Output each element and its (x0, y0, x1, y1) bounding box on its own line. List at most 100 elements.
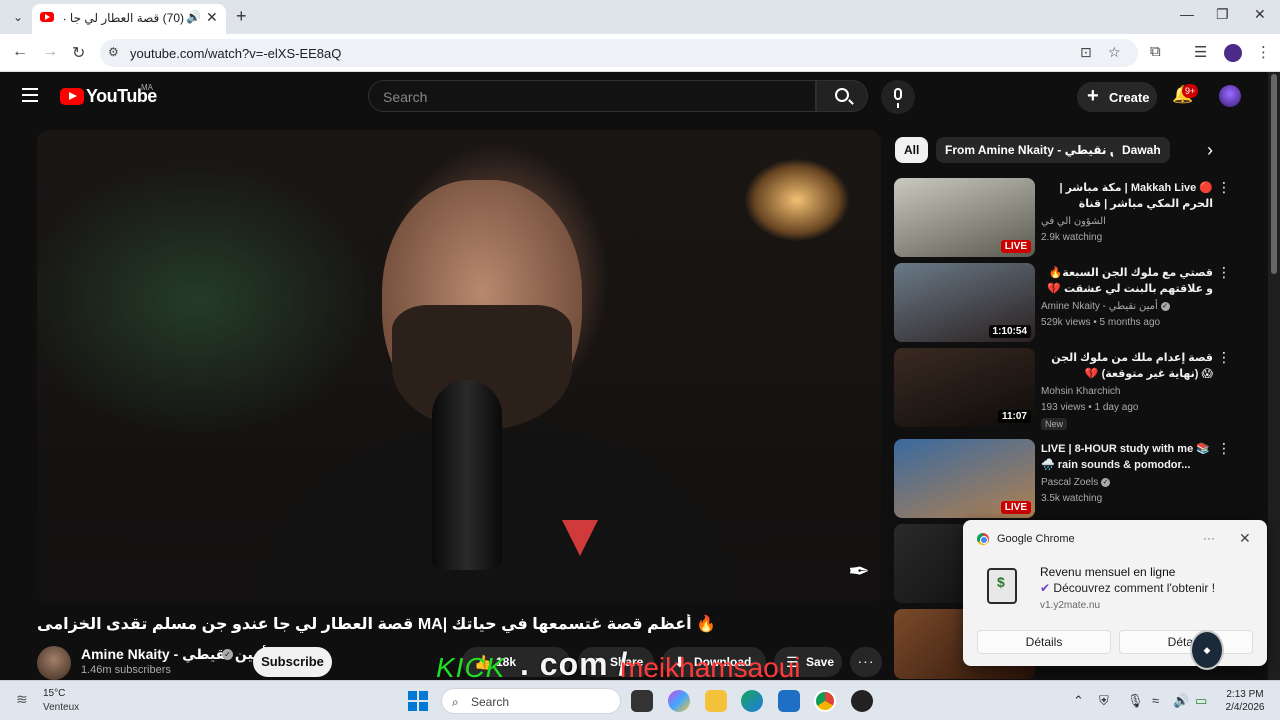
close-window-icon[interactable]: ✕ (1254, 6, 1266, 23)
clock-date: 2/4/2026 (1225, 702, 1265, 713)
app-taskbar-icon[interactable] (851, 690, 873, 712)
minimize-icon[interactable]: — (1180, 6, 1194, 22)
windows-start-icon[interactable] (408, 691, 428, 711)
media-controls-icon[interactable]: ☰ (1194, 43, 1207, 61)
rec-channel[interactable]: Pascal Zoels ✓ (1041, 477, 1111, 488)
browser-tab-active[interactable]: (70) قصة العطار لي جا عندو 🔊 ✕ (32, 4, 226, 34)
bookmark-star-icon[interactable]: ☆ (1108, 44, 1121, 61)
notification-source: v1.y2mate.nu (1040, 600, 1101, 611)
list-item[interactable]: LIVE 🔴 Makkah Live | مكة مباشر | الحرم ا… (894, 178, 1239, 258)
subscriber-count: 1.46m subscribers (81, 664, 171, 676)
notification-details-button-2[interactable]: Détails (1119, 630, 1253, 654)
youtube-logo-icon[interactable] (60, 88, 84, 105)
more-options-icon[interactable]: ⋮ (1217, 441, 1231, 455)
chrome-taskbar-icon[interactable] (814, 690, 836, 712)
rec-title[interactable]: قصتي مع ملوك الجن السبعة🔥 و علاقتهم بالب… (1041, 265, 1213, 297)
more-options-icon[interactable]: ⋮ (1217, 265, 1231, 279)
video-player[interactable]: ✒ (37, 130, 881, 604)
guide-menu-icon[interactable] (22, 88, 38, 102)
search-button[interactable] (816, 80, 868, 112)
close-tab-icon[interactable]: ✕ (206, 9, 218, 26)
list-item[interactable]: 11:07 قصة إعدام ملك من ملوك الجن 😱 (نهاي… (894, 348, 1239, 434)
speaker-icon[interactable]: 🔊 (186, 10, 201, 24)
notification-options-icon[interactable]: ··· (1203, 531, 1215, 545)
battery-icon[interactable]: ▭ (1195, 693, 1207, 709)
rec-title[interactable]: LIVE | 8-HOUR study with me 📚🌧️ rain sou… (1041, 441, 1213, 473)
rec-meta: 193 views • 1 day ago (1041, 402, 1139, 413)
rec-title[interactable]: 🔴 Makkah Live | مكة مباشر | الحرم المكي … (1041, 180, 1213, 212)
list-item[interactable]: 1:10:54 قصتي مع ملوك الجن السبعة🔥 و علاق… (894, 263, 1239, 343)
rec-meta: 2.9k watching (1041, 232, 1103, 243)
rec-channel[interactable]: Mohsin Kharchich (1041, 386, 1120, 397)
create-button[interactable]: + Create (1077, 82, 1157, 112)
file-explorer-icon[interactable] (705, 690, 727, 712)
extensions-icon[interactable]: ⧉ (1150, 43, 1161, 60)
rec-channel-name: Pascal Zoels (1041, 477, 1099, 488)
wifi-icon[interactable]: ≈ (1152, 693, 1159, 708)
volume-icon[interactable]: 🔊 (1173, 693, 1189, 709)
edge-icon[interactable] (741, 690, 763, 712)
youtube-favicon-icon (40, 12, 54, 22)
chevron-right-icon[interactable]: › (1198, 139, 1222, 163)
voice-search-button[interactable] (881, 80, 915, 114)
rec-channel[interactable]: Amine Nkaity - أمين نقيطي ✓ (1041, 301, 1170, 312)
subscribe-button[interactable]: Subscribe (253, 647, 332, 677)
reload-icon[interactable]: ↻ (72, 43, 85, 63)
notification-details-button[interactable]: Détails (977, 630, 1111, 654)
weather-temperature[interactable]: 15°C (43, 688, 65, 699)
copilot-icon[interactable] (668, 690, 690, 712)
channel-avatar[interactable] (37, 646, 71, 680)
chip-all[interactable]: All (895, 137, 929, 163)
rec-thumbnail[interactable]: 11:07 (894, 348, 1035, 427)
browser-profile-avatar[interactable] (1224, 44, 1242, 62)
weather-condition[interactable]: Venteux (43, 702, 79, 713)
verified-icon: ✓ (1160, 301, 1170, 311)
new-tab-button[interactable]: + (236, 6, 247, 27)
network-shield-icon[interactable]: ⛨ (1099, 693, 1109, 709)
plus-icon: + (1087, 85, 1099, 107)
weather-wind-icon[interactable]: ≋ (16, 691, 34, 707)
system-clock[interactable]: 2:13 PM 2/4/2026 (1220, 688, 1270, 714)
scrollbar-thumb[interactable] (1271, 74, 1277, 274)
maximize-icon[interactable]: ❐ (1216, 6, 1229, 23)
search-input[interactable] (383, 87, 803, 107)
task-view-icon[interactable] (631, 690, 653, 712)
notification-body: ✔ Découvrez comment l'obtenir ! (1040, 581, 1215, 595)
address-bar[interactable]: ⚙ youtube.com/watch?v=-elXS-EE8aQ ⊡ ☆ (100, 39, 1138, 67)
notification-title: Revenu mensuel en ligne (1040, 565, 1176, 579)
forward-arrow-icon[interactable]: → (42, 43, 58, 61)
rec-thumbnail[interactable]: 1:10:54 (894, 263, 1035, 342)
clock-time: 2:13 PM (1226, 689, 1264, 700)
video-frame-microphone (432, 380, 502, 570)
video-frame-watermelon-print (562, 520, 598, 556)
account-avatar[interactable] (1219, 85, 1241, 107)
chip-dawah[interactable]: Dawah (1113, 137, 1170, 163)
more-options-icon[interactable]: ⋮ (1217, 180, 1231, 194)
more-actions-icon[interactable]: ··· (850, 647, 882, 677)
live-badge: LIVE (1000, 501, 1031, 514)
microphone-tray-icon[interactable]: 🎙 (1127, 693, 1144, 709)
rec-thumbnail[interactable]: LIVE (894, 178, 1035, 257)
microsoft-store-icon[interactable] (778, 690, 800, 712)
tray-overflow-icon[interactable]: ⌃ (1073, 693, 1084, 709)
rec-title[interactable]: قصة إعدام ملك من ملوك الجن 😱 (نهاية غير … (1041, 350, 1213, 382)
rec-channel[interactable]: الشؤون الي في (1041, 216, 1106, 227)
browser-toolbar: ← → ↻ ⚙ youtube.com/watch?v=-elXS-EE8aQ … (0, 34, 1280, 72)
install-app-icon[interactable]: ⊡ (1080, 44, 1092, 61)
more-options-icon[interactable]: ⋮ (1217, 350, 1231, 364)
money-document-icon (987, 568, 1017, 604)
taskbar-search[interactable]: ⌕ Search (441, 688, 621, 714)
list-item[interactable]: LIVE LIVE | 8-HOUR study with me 📚🌧️ rai… (894, 439, 1239, 519)
site-info-icon[interactable]: ⚙ (108, 45, 119, 59)
tab-search-icon[interactable]: ⌄ (8, 7, 28, 27)
new-badge: New (1041, 418, 1068, 430)
region-code: MA (141, 83, 153, 92)
rec-thumbnail[interactable]: LIVE (894, 439, 1035, 518)
channel-watermark-icon[interactable]: ✒ (839, 550, 879, 592)
browser-menu-icon[interactable]: ⋮ (1256, 43, 1271, 61)
back-arrow-icon[interactable]: ← (12, 43, 28, 61)
channel-name[interactable]: Amine Nkaity - أمين نقيطي (81, 646, 267, 663)
chrome-logo-icon (977, 533, 989, 545)
notification-close-icon[interactable]: ✕ (1239, 530, 1251, 547)
page-scrollbar[interactable] (1268, 72, 1280, 680)
